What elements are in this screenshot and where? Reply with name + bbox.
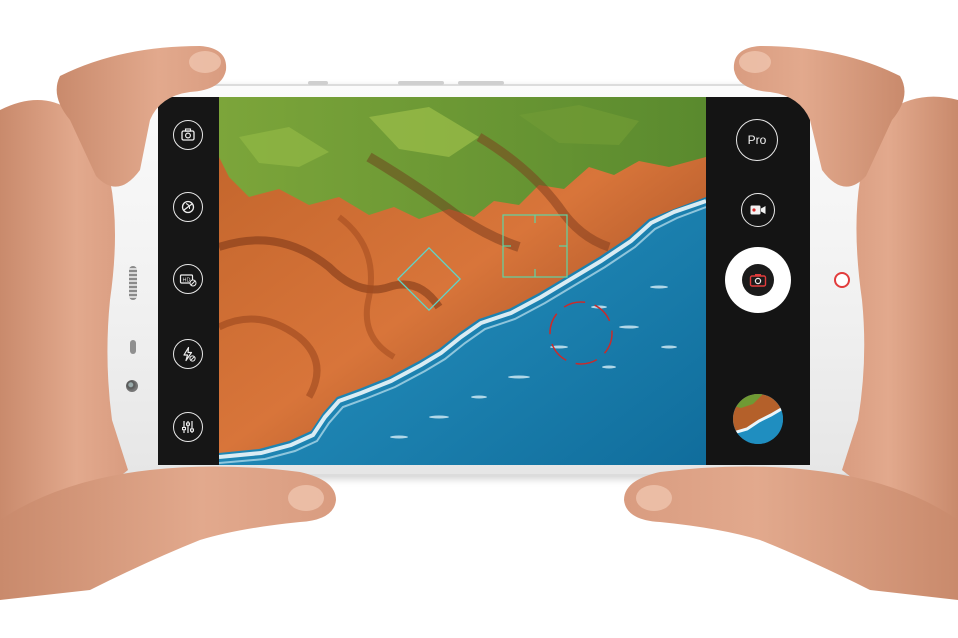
holding-hands	[0, 46, 958, 600]
left-bottom-thumbnail	[288, 485, 324, 511]
right-bottom-thumbnail	[636, 485, 672, 511]
left-thumbnail	[189, 51, 221, 73]
hands-layer	[0, 0, 958, 638]
right-thumbnail	[739, 51, 771, 73]
product-photo: HD Pro	[0, 0, 958, 638]
